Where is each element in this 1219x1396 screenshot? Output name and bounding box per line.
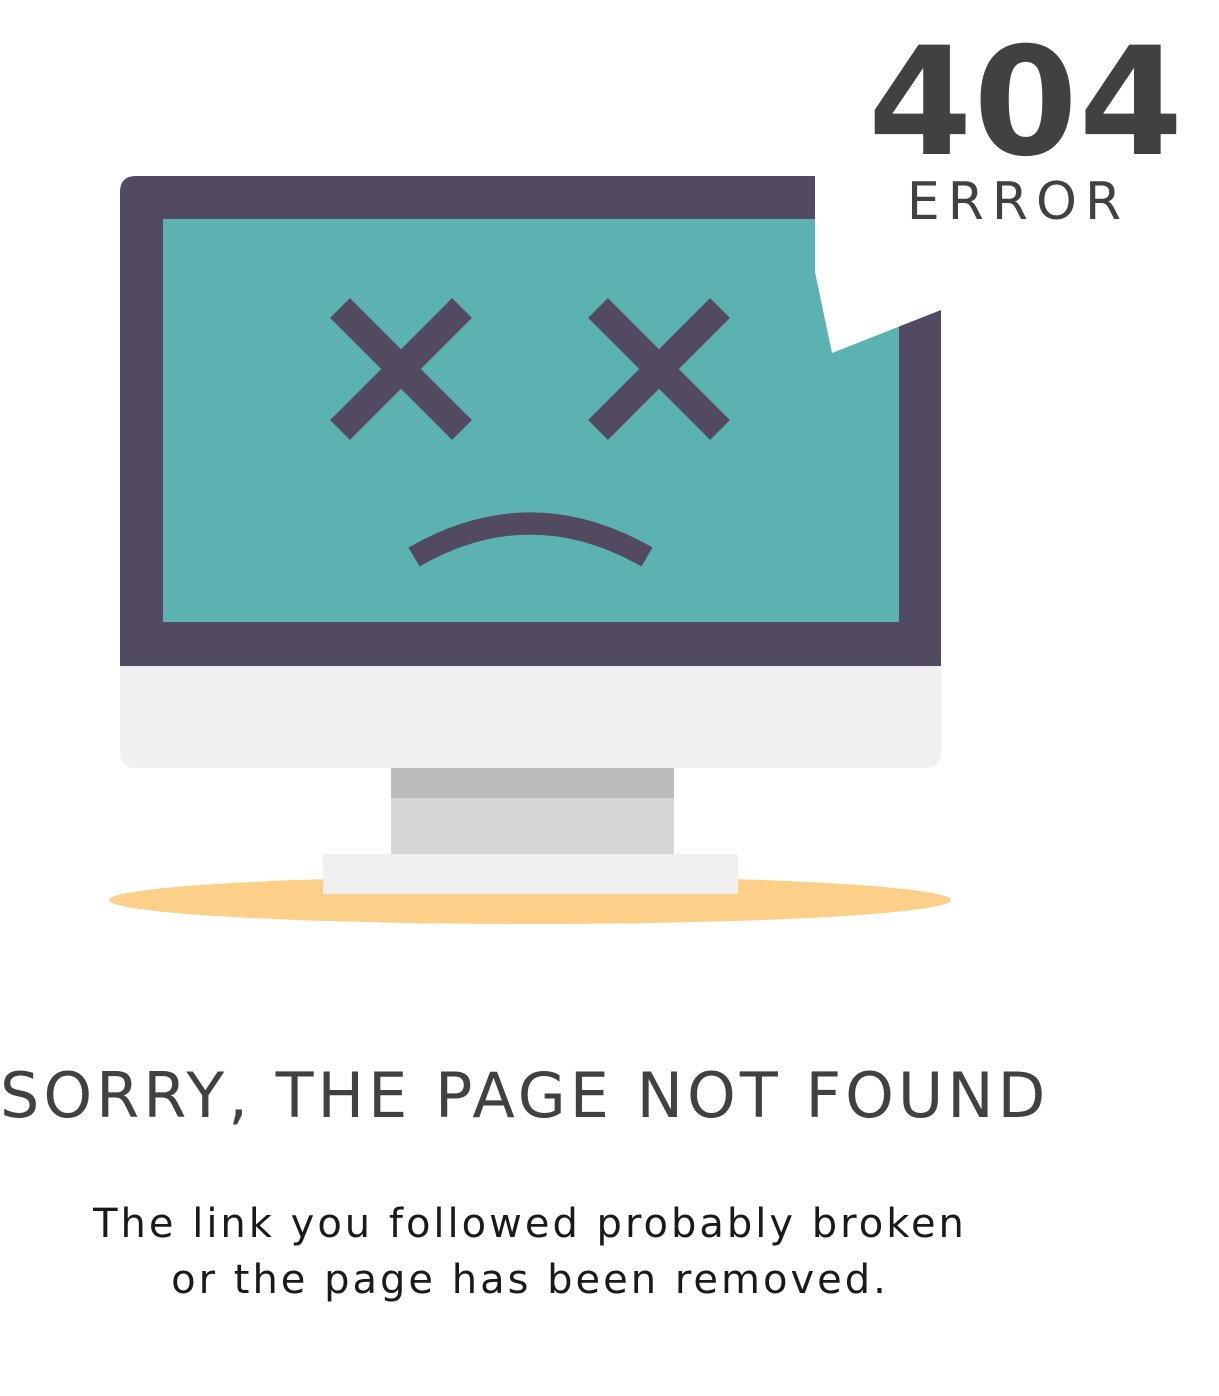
error-message-line-2: or the page has been removed. (171, 1257, 889, 1303)
error-label: ERROR (906, 172, 1130, 232)
monitor-stand (391, 798, 674, 856)
error-code: 404 (868, 16, 1185, 190)
monitor-screen (163, 219, 899, 622)
monitor-chin (120, 660, 941, 768)
monitor-stand-neck (391, 768, 674, 800)
error-message: The link you followed probably broken or… (40, 1196, 1020, 1308)
monitor-base (323, 854, 738, 894)
page-title: SORRY, THE PAGE NOT FOUND (0, 1059, 1050, 1132)
error-message-line-1: The link you followed probably broken (93, 1201, 967, 1247)
